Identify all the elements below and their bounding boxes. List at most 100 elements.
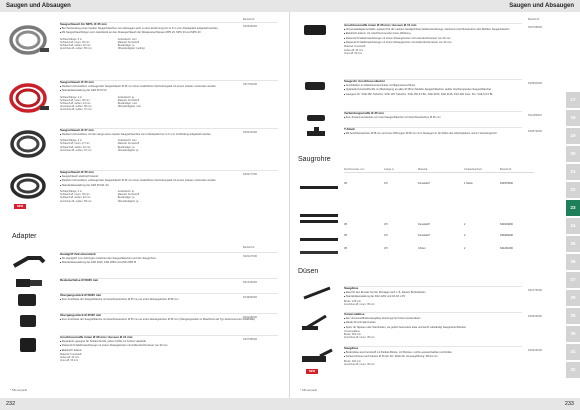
chrome-tube-image [298, 245, 340, 255]
table-cell: 1 Stück [464, 182, 473, 185]
spec: Anschluss-Ø, außen: 37 mm [60, 108, 92, 112]
chapter-tab[interactable]: 32 [566, 362, 580, 378]
table-cell: 2 [464, 234, 466, 237]
table-row: 35 0,5 Kunststoff 2 630319000 [344, 223, 534, 226]
table-cell: 35 [344, 234, 347, 237]
chapter-tab[interactable]: 27 [566, 272, 580, 288]
spec: Anschluss-Ø, innen: 35 mm [344, 362, 375, 366]
order-number: 630326000 [528, 348, 542, 352]
chapter-tab[interactable]: 26 [566, 254, 580, 270]
tube-image [298, 232, 340, 242]
chapter-tab[interactable]: 29 [566, 308, 580, 324]
column-head-order-no: Bestell-Nr. [243, 246, 255, 249]
column-head-order-no: Bestell-Nr. [243, 18, 255, 21]
spec: Ölbeständigkeit: ja [117, 148, 139, 152]
spec: Ölbeständigkeit: ja [117, 199, 139, 203]
section-title-adapter: Adapter [12, 233, 37, 240]
spec: Anschluss-Ø, innen: 35 mm [344, 336, 375, 340]
coupling-sleeve-image [304, 111, 330, 123]
chapter-tab[interactable]: 20 [566, 146, 580, 162]
order-number: 626245000 [243, 315, 257, 319]
table-cell: Kunststoff [418, 234, 430, 237]
tube-image [298, 180, 340, 190]
nozzle-image [300, 284, 338, 302]
product-bullet: Standardausstattung der ASR 35 M/L XC [60, 184, 278, 188]
page-number-left: 232 [0, 398, 290, 410]
new-badge: NEW [14, 204, 27, 209]
table-cell: 630375000 [500, 182, 513, 185]
spec: Innen-Ø: 36 mm [344, 51, 363, 55]
new-badge: NEW [306, 369, 319, 374]
t-piece-image [304, 126, 330, 140]
column-head-order-no: Bestell-Nr. [528, 18, 540, 21]
page-number-right: 233 [290, 398, 580, 410]
chapter-tab[interactable]: 28 [566, 290, 580, 306]
page-header-right: Saugen und Absaugen [290, 0, 580, 12]
table-cell: 630320000 [500, 234, 513, 237]
chapter-tab[interactable]: 17 [566, 92, 580, 108]
table-header: Material [418, 168, 428, 171]
table-header: Durchmesser mm [344, 168, 365, 171]
chapter-tab[interactable]: 19 [566, 128, 580, 144]
table-cell: 2 [464, 247, 466, 250]
right-page: Saugen und Absaugen Bestell-Nr. Anschlus… [290, 0, 580, 410]
order-number: 631155000 [528, 113, 542, 117]
suction-tube-table: Durchmesser mm Länge m Material Verkaufs… [344, 168, 534, 173]
order-number: 630310000 [243, 130, 257, 134]
table-cell: 35 [344, 182, 347, 185]
order-number: 624996000 [243, 295, 257, 299]
product-row: Anschlussmuffe innen Ø 36 mm / Aussen Ø … [344, 23, 522, 55]
product-row: Verbindungsmuffe Ø 35 mm Zum Zusammenste… [344, 111, 522, 120]
page-header-left: Saugen und Absaugen [0, 0, 290, 12]
table-row: 35 0,5 Kunststoff 2 630320000 [344, 234, 534, 237]
order-number: 630305000 [243, 24, 257, 28]
product-bullet: Zum Zusammenstecken von zwei Saugschläuc… [344, 116, 522, 120]
suction-tube-connector-image [302, 79, 332, 93]
table-header: Länge m [384, 168, 395, 171]
order-number: 630950000 [528, 81, 542, 85]
chapter-tabs: 17 18 19 20 21 22 23 24 25 26 27 28 29 3… [566, 92, 580, 380]
hose-red-image [6, 78, 52, 120]
transition-piece-58-image [14, 292, 44, 308]
hose-grey-image [6, 20, 52, 62]
chapter-tab[interactable]: 25 [566, 236, 580, 252]
connection-sleeve-image [300, 22, 334, 38]
table-cell: 35 [344, 223, 347, 226]
table-cell: Kunststoff [418, 223, 430, 226]
table-cell: 631261000 [500, 247, 513, 250]
table-header: Bestell-Nr. [500, 168, 512, 171]
chapter-tab[interactable]: 30 [566, 326, 580, 342]
left-page: Saugen und Absaugen Bestell-Nr. Saugschl… [0, 0, 290, 410]
order-number: 630579000 [528, 129, 542, 133]
transition-piece-35-image [14, 313, 44, 329]
footnote: * SB-verpackt [10, 388, 28, 392]
order-number: 630329000 [528, 314, 542, 318]
product-bullet: Standardausstattung der ASR 35 M XC [60, 89, 278, 93]
chapter-tab-active[interactable]: 23 [566, 200, 580, 216]
chapter-tab[interactable]: 24 [566, 218, 580, 234]
hose-black-image [6, 126, 52, 164]
chapter-tab[interactable]: 21 [566, 164, 580, 180]
chapter-tab[interactable]: 18 [566, 110, 580, 126]
product-row: Saugrohr Anschlusszubehör Anschließen an… [344, 79, 522, 97]
handle-adapter-image [10, 252, 50, 270]
spec: Anschluss-Ø, außen: 58 mm [60, 47, 92, 51]
spec: Anschluss-Ø, innen: 35 mm [344, 302, 375, 306]
product-row: Saugdüse Ideal für den Einsatz bei der M… [344, 286, 522, 306]
table-cell: Chrom [418, 247, 426, 250]
chapter-tab[interactable]: 22 [566, 182, 580, 198]
product-bullet: Standardausstattung der ASR 2025, ASR 20… [60, 261, 278, 265]
table-header: Verkaufseinheit [464, 168, 482, 171]
chapter-tab[interactable]: 31 [566, 344, 580, 360]
hose-black-conductive-image [6, 172, 52, 202]
spec: Anschluss-Ø, außen: 37 mm [60, 148, 92, 152]
order-number: 631375000 [528, 288, 542, 292]
table-row: 35 0,5 Chrom 2 631261000 [344, 247, 534, 250]
tube-image [298, 212, 340, 226]
floor-nozzle-image [300, 348, 338, 366]
order-number: 630377000 [243, 172, 257, 176]
table-cell: 0,5 [384, 247, 388, 250]
table-cell: 35 [344, 247, 347, 250]
universal-nozzle-image [300, 312, 338, 332]
order-number: 631753000 [243, 82, 257, 86]
